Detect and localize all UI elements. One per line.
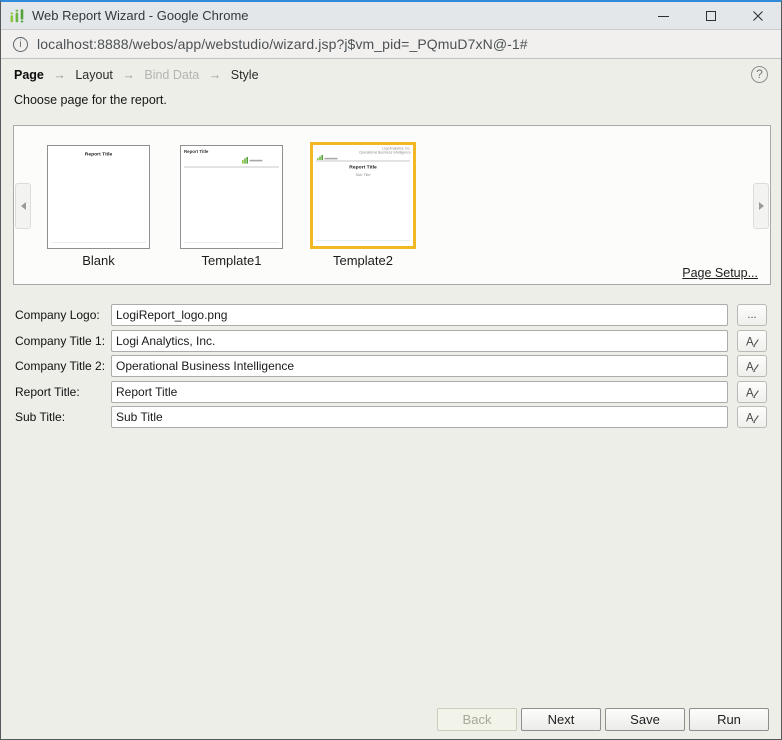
- svg-text:A: A: [746, 413, 754, 425]
- company-title-2-input[interactable]: [111, 355, 728, 377]
- info-icon[interactable]: i: [13, 37, 28, 52]
- arrow-separator: →: [209, 68, 222, 82]
- minimize-button[interactable]: [640, 2, 687, 30]
- wizard-step-style[interactable]: Style: [231, 68, 259, 82]
- template-thumbnail-blank[interactable]: Report Title: [47, 145, 150, 249]
- help-icon: ?: [756, 67, 763, 81]
- close-button[interactable]: [734, 2, 781, 30]
- svg-text:A: A: [746, 337, 754, 349]
- font-edit-icon: A: [745, 410, 760, 424]
- maximize-button[interactable]: [687, 2, 734, 30]
- form-row-report-title: Report Title: A: [1, 381, 781, 403]
- report-title-input[interactable]: [111, 381, 728, 403]
- font-edit-icon: A: [745, 385, 760, 399]
- browse-logo-button[interactable]: ...: [737, 304, 767, 326]
- arrow-separator: →: [53, 68, 66, 82]
- form-row-company-logo: Company Logo: ...: [1, 304, 781, 326]
- font-edit-icon: A: [745, 334, 760, 348]
- instruction-text: Choose page for the report.: [14, 93, 167, 107]
- form-row-sub-title: Sub Title: A: [1, 406, 781, 428]
- sub-title-input[interactable]: [111, 406, 728, 428]
- arrow-separator: →: [122, 68, 135, 82]
- company-title-1-input[interactable]: [111, 330, 728, 352]
- preview-header-rule: [184, 166, 279, 168]
- carousel-right-button[interactable]: [753, 183, 769, 229]
- sub-title-font-button[interactable]: A: [737, 406, 767, 428]
- url-text[interactable]: localhost:8888/webos/app/webstudio/wizar…: [37, 36, 528, 52]
- back-button[interactable]: Back: [437, 708, 517, 731]
- title-bar: Web Report Wizard - Google Chrome: [1, 2, 781, 30]
- preview-footer-rule: [184, 242, 279, 243]
- wizard-step-page[interactable]: Page: [14, 68, 44, 82]
- company-title-2-font-button[interactable]: A: [737, 355, 767, 377]
- company-title-2-label: Company Title 2:: [15, 355, 105, 377]
- breadcrumb: Page → Layout → Bind Data → Style: [14, 68, 259, 82]
- close-icon: [752, 10, 764, 22]
- company-title-1-font-button[interactable]: A: [737, 330, 767, 352]
- company-logo-label: Company Logo:: [15, 304, 100, 326]
- preview-report-title: Report Title: [332, 164, 394, 170]
- app-icon: [9, 8, 25, 24]
- preview-footer-rule: [51, 242, 146, 243]
- run-button[interactable]: Run: [689, 708, 769, 731]
- preview-footer-rule: [316, 240, 410, 241]
- svg-text:A: A: [746, 388, 754, 400]
- template-label-template1[interactable]: Template1: [180, 253, 283, 268]
- preview-header-rule: [316, 160, 410, 162]
- help-button[interactable]: ?: [751, 66, 768, 83]
- carousel-left-icon: [21, 202, 26, 210]
- report-title-font-button[interactable]: A: [737, 381, 767, 403]
- url-bar[interactable]: i localhost:8888/webos/app/webstudio/wiz…: [1, 30, 781, 59]
- preview-report-title: Report Title: [67, 151, 130, 157]
- report-title-label: Report Title:: [15, 381, 80, 403]
- carousel-right-icon: [759, 202, 764, 210]
- carousel-left-button[interactable]: [15, 183, 31, 229]
- svg-text:A: A: [746, 362, 754, 374]
- sub-title-label: Sub Title:: [15, 406, 65, 428]
- font-edit-icon: A: [745, 359, 760, 373]
- form-row-company-title-2: Company Title 2: A: [1, 355, 781, 377]
- maximize-icon: [706, 11, 716, 21]
- template-label-template2[interactable]: Template2: [310, 253, 416, 268]
- preview-report-title: Report Title: [184, 149, 208, 154]
- info-icon-glyph: i: [19, 39, 21, 50]
- template-thumbnail-template1[interactable]: Report Title: [180, 145, 283, 249]
- preview-sub-title: Sub Title: [336, 173, 391, 177]
- wizard-step-layout[interactable]: Layout: [75, 68, 113, 82]
- next-button[interactable]: Next: [521, 708, 601, 731]
- window-title: Web Report Wizard - Google Chrome: [32, 8, 249, 23]
- template-label-blank[interactable]: Blank: [47, 253, 150, 268]
- browser-window: Web Report Wizard - Google Chrome i loca…: [0, 0, 782, 740]
- ellipsis-icon: ...: [747, 309, 756, 321]
- minimize-icon: [658, 16, 669, 17]
- form-row-company-title-1: Company Title 1: A: [1, 330, 781, 352]
- template-carousel: Report Title Blank Report Title Template…: [13, 125, 771, 285]
- window-controls: [640, 2, 781, 30]
- company-logo-input[interactable]: [111, 304, 728, 326]
- preview-company-titles: Logi Analytics, Inc. Operational Busines…: [359, 147, 411, 155]
- page-setup-link[interactable]: Page Setup...: [682, 266, 758, 280]
- company-title-1-label: Company Title 1:: [15, 330, 105, 352]
- template-thumbnail-template2-selected[interactable]: Logi Analytics, Inc. Operational Busines…: [310, 142, 416, 249]
- wizard-step-bind-data: Bind Data: [144, 68, 199, 82]
- save-button[interactable]: Save: [605, 708, 685, 731]
